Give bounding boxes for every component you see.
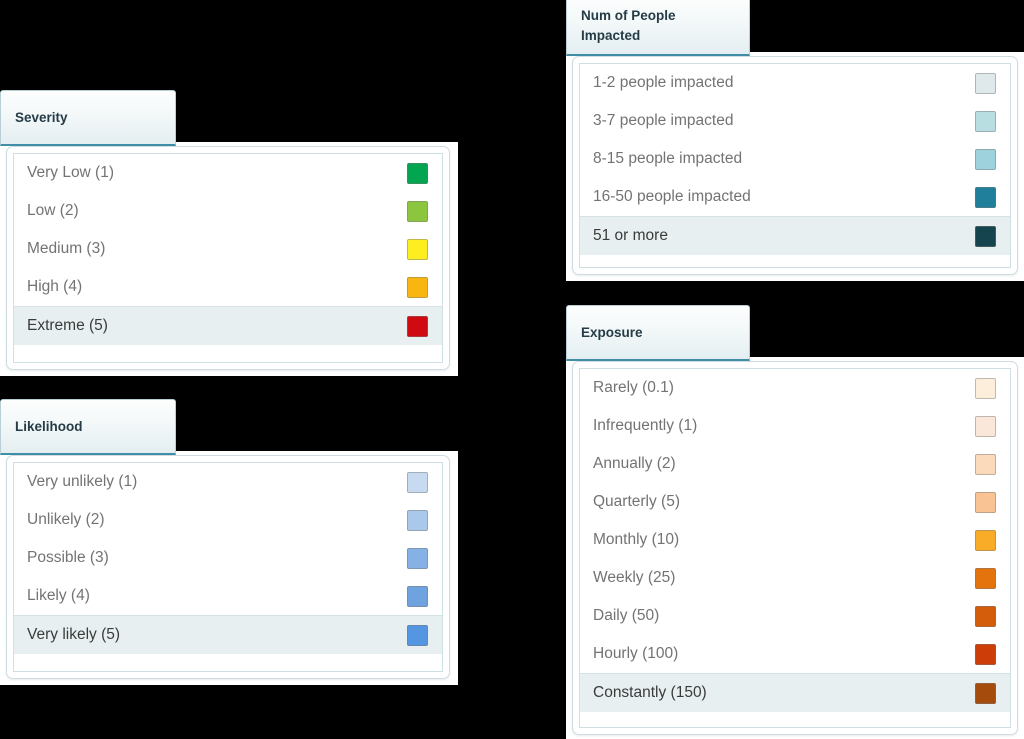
list-item[interactable]: Annually (2) bbox=[580, 445, 1010, 483]
color-swatch-icon bbox=[407, 162, 428, 184]
option-label: Annually (2) bbox=[593, 455, 676, 472]
color-swatch-icon bbox=[407, 315, 428, 337]
color-swatch-icon bbox=[975, 529, 996, 551]
list-item[interactable]: Monthly (10) bbox=[580, 521, 1010, 559]
list-item[interactable]: Quarterly (5) bbox=[580, 483, 1010, 521]
option-label: Constantly (150) bbox=[593, 684, 707, 701]
color-swatch-icon bbox=[975, 148, 996, 170]
color-swatch-icon bbox=[975, 225, 996, 247]
exposure-listbox[interactable]: Rarely (0.1) Infrequently (1) Annually (… bbox=[579, 368, 1011, 728]
list-item[interactable]: Daily (50) bbox=[580, 597, 1010, 635]
list-item[interactable]: 3-7 people impacted bbox=[580, 102, 1010, 140]
color-swatch-icon bbox=[975, 643, 996, 665]
list-item[interactable]: 1-2 people impacted bbox=[580, 64, 1010, 102]
severity-tab-label: Severity bbox=[15, 109, 68, 125]
num-of-people-impacted-tab-label-line2: Impacted bbox=[581, 27, 641, 43]
option-label: Unlikely (2) bbox=[27, 511, 105, 528]
option-label: Very Low (1) bbox=[27, 164, 115, 181]
color-swatch-icon bbox=[407, 238, 428, 260]
color-swatch-icon bbox=[407, 200, 428, 222]
color-swatch-icon bbox=[975, 377, 996, 399]
list-item[interactable]: Likely (4) bbox=[14, 577, 442, 615]
likelihood-listbox[interactable]: Very unlikely (1) Unlikely (2) Possible … bbox=[13, 462, 443, 672]
option-label: Quarterly (5) bbox=[593, 493, 680, 510]
color-swatch-icon bbox=[407, 471, 428, 493]
list-item[interactable]: Very unlikely (1) bbox=[14, 463, 442, 501]
likelihood-dropdown[interactable]: Very unlikely (1) Unlikely (2) Possible … bbox=[6, 455, 450, 679]
color-swatch-icon bbox=[975, 567, 996, 589]
color-swatch-icon bbox=[407, 624, 428, 646]
num-of-people-impacted-dropdown[interactable]: 1-2 people impacted 3-7 people impacted … bbox=[572, 56, 1018, 275]
color-swatch-icon bbox=[975, 682, 996, 704]
option-label: Hourly (100) bbox=[593, 645, 679, 662]
exposure-tab-label: Exposure bbox=[581, 324, 643, 340]
list-item[interactable]: High (4) bbox=[14, 268, 442, 306]
num-of-people-impacted-listbox[interactable]: 1-2 people impacted 3-7 people impacted … bbox=[579, 63, 1011, 268]
list-item[interactable]: Unlikely (2) bbox=[14, 501, 442, 539]
list-item-selected[interactable]: 51 or more bbox=[580, 216, 1010, 255]
num-of-people-impacted-tab-header[interactable]: Num of People Impacted bbox=[566, 0, 750, 56]
option-label: 51 or more bbox=[593, 227, 668, 244]
list-item-selected[interactable]: Very likely (5) bbox=[14, 615, 442, 654]
option-label: Very unlikely (1) bbox=[27, 473, 138, 490]
list-item[interactable]: Hourly (100) bbox=[580, 635, 1010, 673]
list-item[interactable]: Medium (3) bbox=[14, 230, 442, 268]
color-swatch-icon bbox=[975, 605, 996, 627]
exposure-dropdown[interactable]: Rarely (0.1) Infrequently (1) Annually (… bbox=[572, 361, 1018, 735]
color-swatch-icon bbox=[975, 110, 996, 132]
list-item[interactable]: 8-15 people impacted bbox=[580, 140, 1010, 178]
option-label: Likely (4) bbox=[27, 587, 90, 604]
severity-listbox[interactable]: Very Low (1) Low (2) Medium (3) High (4)… bbox=[13, 153, 443, 363]
option-label: Daily (50) bbox=[593, 607, 660, 624]
exposure-tab-header[interactable]: Exposure bbox=[566, 305, 750, 361]
option-label: High (4) bbox=[27, 278, 83, 295]
severity-tab-header[interactable]: Severity bbox=[0, 90, 176, 146]
num-of-people-impacted-tab-label-line1: Num of People bbox=[581, 7, 676, 23]
color-swatch-icon bbox=[975, 453, 996, 475]
color-swatch-icon bbox=[975, 415, 996, 437]
list-item[interactable]: Possible (3) bbox=[14, 539, 442, 577]
color-swatch-icon bbox=[975, 186, 996, 208]
list-item[interactable]: Weekly (25) bbox=[580, 559, 1010, 597]
list-item-selected[interactable]: Constantly (150) bbox=[580, 673, 1010, 712]
list-item[interactable]: 16-50 people impacted bbox=[580, 178, 1010, 216]
option-label: Extreme (5) bbox=[27, 317, 108, 334]
color-swatch-icon bbox=[407, 276, 428, 298]
likelihood-tab-label: Likelihood bbox=[15, 418, 83, 434]
option-label: Weekly (25) bbox=[593, 569, 676, 586]
option-label: Very likely (5) bbox=[27, 626, 121, 643]
option-label: Infrequently (1) bbox=[593, 417, 698, 434]
list-item[interactable]: Infrequently (1) bbox=[580, 407, 1010, 445]
option-label: Monthly (10) bbox=[593, 531, 680, 548]
option-label: 8-15 people impacted bbox=[593, 150, 743, 167]
color-swatch-icon bbox=[407, 547, 428, 569]
list-item[interactable]: Rarely (0.1) bbox=[580, 369, 1010, 407]
list-item-selected[interactable]: Extreme (5) bbox=[14, 306, 442, 345]
color-swatch-icon bbox=[407, 509, 428, 531]
option-label: Low (2) bbox=[27, 202, 79, 219]
option-label: 1-2 people impacted bbox=[593, 74, 734, 91]
list-item[interactable]: Very Low (1) bbox=[14, 154, 442, 192]
option-label: Rarely (0.1) bbox=[593, 379, 674, 396]
option-label: 16-50 people impacted bbox=[593, 188, 751, 205]
color-swatch-icon bbox=[975, 491, 996, 513]
option-label: Medium (3) bbox=[27, 240, 106, 257]
option-label: Possible (3) bbox=[27, 549, 109, 566]
likelihood-tab-header[interactable]: Likelihood bbox=[0, 399, 176, 455]
option-label: 3-7 people impacted bbox=[593, 112, 734, 129]
color-swatch-icon bbox=[975, 72, 996, 94]
color-swatch-icon bbox=[407, 585, 428, 607]
severity-dropdown[interactable]: Very Low (1) Low (2) Medium (3) High (4)… bbox=[6, 146, 450, 370]
list-item[interactable]: Low (2) bbox=[14, 192, 442, 230]
